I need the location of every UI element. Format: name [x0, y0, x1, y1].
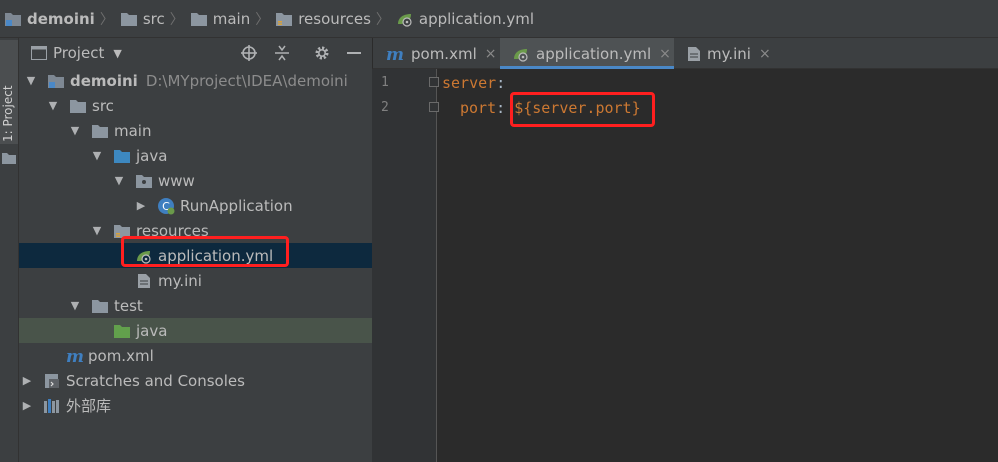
spring-yml-icon	[512, 46, 530, 62]
line-number: 1	[381, 75, 389, 90]
tree-item-demoini[interactable]: ▼ demoini D:\MYproject\IDEA\demoini	[19, 68, 372, 93]
fold-marker-icon[interactable]	[429, 102, 439, 112]
tree-item-runapplication[interactable]: ▶ C RunApplication	[19, 193, 372, 218]
folder-icon	[69, 98, 87, 114]
expand-arrow-right-icon[interactable]: ▶	[135, 199, 147, 212]
package-icon	[135, 173, 153, 189]
chevron-right-icon: 〉	[375, 11, 390, 28]
editor-gutter: 1 2	[372, 69, 439, 462]
tree-item-main[interactable]: ▼ main	[19, 118, 372, 143]
expand-arrow-down-icon[interactable]: ▼	[91, 224, 103, 237]
close-tab-icon[interactable]: ×	[659, 46, 671, 62]
svg-text:m: m	[66, 348, 83, 364]
module-folder-icon	[47, 73, 65, 89]
code-line-1: server:	[442, 73, 506, 92]
highlight-box-server-port	[510, 92, 655, 127]
tree-item-java[interactable]: ▼ java	[19, 143, 372, 168]
libraries-icon	[43, 398, 61, 414]
tree-item-test[interactable]: ▼ test	[19, 293, 372, 318]
breadcrumb-item-src[interactable]: src 〉	[120, 0, 190, 38]
source-folder-icon	[113, 148, 131, 164]
tab-my-ini[interactable]: my.ini ×	[675, 38, 785, 69]
editor-tab-bar: m pom.xml × application.yml × my.ini ×	[372, 38, 998, 69]
resources-folder-icon	[275, 11, 293, 27]
close-tab-icon[interactable]: ×	[485, 46, 497, 62]
svg-text:m: m	[386, 46, 404, 62]
project-panel-header: Project ▼	[19, 38, 372, 68]
spring-yml-icon	[396, 11, 414, 27]
highlight-box-application-yml	[121, 236, 289, 267]
expand-arrow-down-icon[interactable]: ▼	[25, 74, 37, 87]
folder-icon[interactable]	[2, 150, 16, 168]
tree-item-www[interactable]: ▼ www	[19, 168, 372, 193]
module-folder-icon	[4, 11, 22, 27]
line-number: 2	[381, 100, 389, 115]
breadcrumb-item-demoini[interactable]: demoini 〉	[4, 0, 120, 38]
locate-file-icon[interactable]	[239, 43, 259, 63]
gear-icon[interactable]	[312, 43, 332, 63]
spring-boot-class-icon: C	[157, 197, 175, 214]
fold-marker-icon[interactable]	[429, 77, 439, 87]
text-file-icon	[135, 273, 153, 289]
folder-icon	[91, 298, 109, 314]
collapse-all-icon[interactable]	[272, 43, 292, 63]
tool-window-strip: 1: Project	[0, 38, 19, 462]
scratches-icon	[43, 373, 61, 389]
hide-panel-icon[interactable]	[344, 43, 364, 63]
chevron-right-icon: 〉	[99, 11, 114, 28]
project-view-selector[interactable]: Project ▼	[31, 44, 122, 62]
tree-item-my-ini[interactable]: my.ini	[19, 268, 372, 293]
tree-item-src[interactable]: ▼ src	[19, 93, 372, 118]
chevron-right-icon: 〉	[255, 11, 270, 28]
tab-pom-xml[interactable]: m pom.xml ×	[373, 38, 499, 69]
chevron-right-icon: 〉	[169, 11, 184, 28]
folder-icon	[120, 11, 138, 27]
expand-arrow-right-icon[interactable]: ▶	[21, 374, 33, 387]
dropdown-arrow-icon: ▼	[113, 46, 122, 60]
project-panel: Project ▼ ▼ demoini D:\MYproject\IDEA\de…	[19, 38, 372, 462]
expand-arrow-down-icon[interactable]: ▼	[113, 174, 125, 187]
breadcrumb-item-main[interactable]: main 〉	[190, 0, 275, 38]
expand-arrow-down-icon[interactable]: ▼	[69, 124, 81, 137]
breadcrumb-item-resources[interactable]: resources 〉	[275, 0, 396, 38]
project-view-icon	[31, 46, 47, 60]
breadcrumb: demoini 〉 src 〉 main 〉 resources 〉 appli…	[0, 0, 998, 38]
expand-arrow-down-icon[interactable]: ▼	[69, 299, 81, 312]
expand-arrow-down-icon[interactable]: ▼	[91, 149, 103, 162]
expand-arrow-down-icon[interactable]: ▼	[47, 99, 59, 112]
text-file-icon	[687, 46, 701, 62]
breadcrumb-item-application-yml[interactable]: application.yml	[396, 0, 534, 38]
maven-icon: m	[385, 46, 405, 62]
folder-icon	[91, 123, 109, 139]
project-tool-window-tab[interactable]: 1: Project	[0, 40, 18, 144]
close-tab-icon[interactable]: ×	[759, 46, 771, 62]
tree-item-scratches[interactable]: ▶ Scratches and Consoles	[19, 368, 372, 393]
tree-item-pom-xml[interactable]: m pom.xml	[19, 343, 372, 368]
maven-icon: m	[65, 348, 83, 364]
tree-item-test-java[interactable]: java	[19, 318, 372, 343]
test-source-folder-icon	[113, 323, 131, 339]
expand-arrow-right-icon[interactable]: ▶	[21, 399, 33, 412]
folder-icon	[190, 11, 208, 27]
tab-application-yml[interactable]: application.yml ×	[500, 38, 674, 69]
tree-item-external-libraries[interactable]: ▶ 外部库	[19, 393, 372, 418]
